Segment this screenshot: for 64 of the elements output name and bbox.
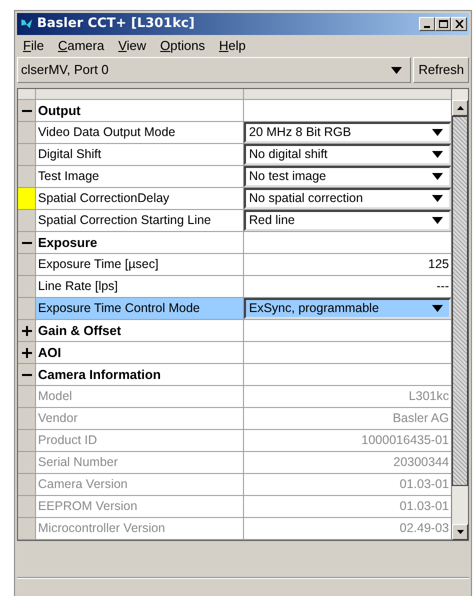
property-name-cell: Camera Version	[36, 474, 244, 495]
value-dropdown[interactable]: No spatial correction	[244, 188, 451, 209]
property-value-cell: 20300344	[244, 452, 451, 473]
property-name-cell: EEPROM Version	[36, 496, 244, 517]
scroll-thumb[interactable]	[452, 116, 468, 486]
property-name-cell: Test Image	[36, 166, 244, 187]
scroll-down-button[interactable]	[452, 524, 468, 540]
property-value-cell[interactable]: ---	[244, 276, 451, 297]
property-name-cell: Video Data Output Mode	[36, 122, 244, 143]
value-dropdown[interactable]: No test image	[244, 166, 451, 187]
down-arrow-icon	[456, 530, 464, 534]
property-name-cell: Microcontroller Version	[36, 518, 244, 539]
up-arrow-icon	[456, 106, 464, 110]
expand-icon[interactable]	[22, 326, 32, 336]
minimize-button[interactable]	[419, 17, 435, 31]
menu-item[interactable]: File	[23, 36, 44, 56]
property-name-cell: Spatial Correction Starting Line	[36, 210, 244, 231]
value-dropdown[interactable]: No digital shift	[244, 144, 451, 165]
dropdown-arrow-icon	[391, 66, 402, 74]
value-dropdown[interactable]: Red line	[244, 210, 451, 231]
group-label: Exposure	[38, 234, 98, 252]
property-name-cell: Product ID	[36, 430, 244, 451]
dropdown-arrow-icon	[432, 173, 443, 180]
menu-item[interactable]: Options	[160, 36, 205, 56]
window-title: Basler CCT+ [L301kc]	[37, 15, 195, 34]
property-name-cell: Line Rate [lps]	[36, 276, 244, 297]
property-value-cell: Basler AG	[244, 408, 451, 429]
value-dropdown[interactable]: 20 MHz 8 Bit RGB	[244, 122, 451, 143]
scrollbar[interactable]	[451, 89, 468, 540]
menu-item[interactable]: View	[118, 36, 146, 56]
expand-icon[interactable]	[22, 348, 32, 358]
dropdown-arrow-icon	[432, 305, 443, 312]
group-label: Gain & Offset	[38, 322, 122, 340]
property-name-cell: Exposure Time [µsec]	[36, 254, 244, 275]
property-name-cell: Vendor	[36, 408, 244, 429]
dropdown-arrow-icon	[432, 151, 443, 158]
refresh-button[interactable]: Refresh	[413, 57, 469, 83]
group-label: AOI	[38, 344, 62, 362]
group-label: Camera Information	[38, 366, 161, 384]
maximize-button[interactable]	[435, 17, 451, 31]
property-value-cell[interactable]: 125	[244, 254, 451, 275]
app-logo-icon	[19, 16, 35, 32]
value-dropdown[interactable]: ExSync, programmable	[244, 298, 451, 319]
property-value-cell: 01.03-01	[244, 496, 451, 517]
port-dropdown[interactable]: clserMV, Port 0	[17, 57, 412, 83]
property-value-cell: 01.03-01	[244, 474, 451, 495]
menu-item[interactable]: Help	[219, 36, 246, 56]
group-label: Output	[38, 102, 81, 120]
property-value-cell: 02.49-03	[244, 518, 451, 539]
dropdown-arrow-icon	[432, 217, 443, 224]
property-name-cell: Digital Shift	[36, 144, 244, 165]
property-name-cell: Model	[36, 386, 244, 407]
close-icon	[454, 20, 464, 28]
property-name-cell: Spatial CorrectionDelay	[36, 188, 244, 209]
dropdown-arrow-icon	[432, 129, 443, 136]
property-name-cell: Exposure Time Control Mode	[36, 298, 244, 319]
property-name-cell: Serial Number	[36, 452, 244, 473]
menu-item[interactable]: Camera	[58, 36, 104, 56]
scroll-up-button[interactable]	[452, 100, 468, 116]
close-button[interactable]	[451, 17, 467, 31]
property-value-cell: 1000016435-01	[244, 430, 451, 451]
maximize-icon	[438, 20, 448, 28]
property-value-cell: L301kc	[244, 386, 451, 407]
dropdown-arrow-icon	[432, 195, 443, 202]
